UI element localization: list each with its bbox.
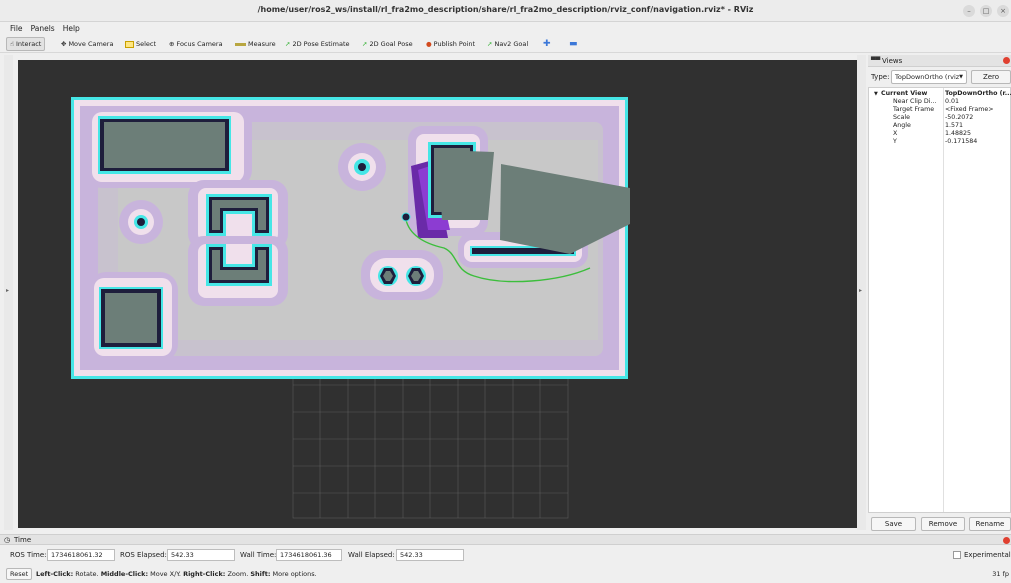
occluded-area-1 [438,150,494,220]
remove-tool-icon[interactable]: ▬ [566,37,581,51]
experimental-checkbox[interactable] [953,551,961,559]
column-separator [943,88,944,512]
property-row[interactable]: X 1.48825 [869,130,1011,138]
mouse-hint: Left-Click: Rotate. Middle-Click: Move X… [36,570,317,578]
status-bar: Reset Left-Click: Rotate. Middle-Click: … [0,566,1011,583]
window-title: /home/user/ros2_ws/install/rl_fra2mo_des… [257,5,754,14]
close-panel-icon[interactable] [1003,57,1010,64]
window-titlebar: /home/user/ros2_ws/install/rl_fra2mo_des… [0,0,1011,22]
menu-help[interactable]: Help [63,24,80,33]
obstacle-cylinder-left [119,200,163,244]
tool-select[interactable]: Select [122,37,159,51]
views-panel: ▀▀ Views Type: TopDownOrtho (rviz ▼ Zero … [868,55,1011,532]
camera-icon: ▀▀ [871,57,881,64]
tool-measure[interactable]: Measure [232,37,279,51]
tool-nav2-goal[interactable]: ➚ Nav2 Goal [484,37,531,51]
map-canvas [71,97,630,519]
clock-icon: ◷ [4,536,11,544]
select-icon [125,40,134,48]
obstacle-bracket-lower [188,236,288,306]
property-row[interactable]: Angle 1.571 [869,122,1011,130]
remove-button[interactable]: Remove [921,517,965,531]
obstacle-cylinder-top [338,143,386,191]
move-camera-icon: ✥ [61,40,67,48]
obstacle-rect-top-left [84,106,252,188]
property-row[interactable]: Target Frame <Fixed Frame> [869,106,1011,114]
views-panel-header: ▀▀ Views [868,55,1011,67]
pose-estimate-icon: ➚ [285,40,291,48]
views-type-row: Type: TopDownOrtho (rviz ▼ Zero [868,67,1011,87]
ros-time-field[interactable]: 1734618061.32 [47,549,115,561]
view-properties-tree[interactable]: ▼ Current View TopDownOrtho (r... Near C… [868,87,1011,513]
obstacle-hexagons [361,250,443,300]
time-panel-header: ◷ Time [0,534,1011,545]
chevron-down-icon: ▼ [959,74,963,80]
menu-panels[interactable]: Panels [31,24,55,33]
wall-time-field[interactable]: 1734618061.36 [276,549,342,561]
robot-marker [401,212,411,222]
tool-focus-camera[interactable]: ⊕ Focus Camera [166,37,226,51]
tool-2d-pose-estimate[interactable]: ➚ 2D Pose Estimate [282,37,353,51]
reset-button[interactable]: Reset [6,568,33,580]
wall-time-label: Wall Time: [240,551,277,559]
minimize-icon[interactable]: – [963,5,975,17]
views-button-row: Save Remove Rename [868,516,1011,532]
close-icon[interactable]: × [997,5,1009,17]
wall-elapsed-label: Wall Elapsed: [348,551,395,559]
maximize-icon[interactable]: □ [980,5,992,17]
toolbar: ☝ Interact ✥ Move Camera Select ⊕ Focus Cam… [0,35,1011,53]
tool-move-camera[interactable]: ✥ Move Camera [58,37,116,51]
experimental-label: Experimental [964,551,1011,559]
ros-time-label: ROS Time: [10,551,47,559]
interact-icon: ☝ [10,40,14,48]
tool-publish-point[interactable]: ● Publish Point [423,37,478,51]
publish-point-icon: ● [426,40,432,48]
time-panel: ROS Time: 1734618061.32 ROS Elapsed: 542… [0,547,1011,563]
type-label: Type: [871,73,890,81]
close-panel-icon[interactable] [1003,537,1010,544]
save-button[interactable]: Save [871,517,916,531]
focus-camera-icon: ⊕ [169,40,175,48]
property-row[interactable]: Near Clip Di... 0.01 [869,98,1011,106]
property-row[interactable]: Scale -50.2072 [869,114,1011,122]
menu-file[interactable]: File [10,24,23,33]
obstacle-square-bottom-left [88,272,178,362]
expand-arrow-icon[interactable]: ▼ [874,90,878,98]
property-row[interactable]: Y -0.171584 [869,138,1011,146]
chevron-right-icon: ▸ [859,287,863,294]
chevron-right-icon: ▸ [6,287,10,294]
view-type-select[interactable]: TopDownOrtho (rviz ▼ [891,70,967,84]
right-dock-handle[interactable]: ▸ [857,55,866,530]
measure-icon [235,42,246,46]
left-dock-handle[interactable]: ▸ [4,55,13,530]
nav2-goal-icon: ➚ [487,40,493,48]
tool-interact[interactable]: ☝ Interact [6,37,46,51]
current-view-row[interactable]: ▼ Current View TopDownOrtho (r... [869,90,1011,98]
fps-counter: 31 fp [992,570,1009,578]
wall-elapsed-field[interactable]: 542.33 [396,549,464,561]
ros-elapsed-field[interactable]: 542.33 [167,549,235,561]
tool-2d-goal-pose[interactable]: ➚ 2D Goal Pose [359,37,416,51]
rename-button[interactable]: Rename [969,517,1011,531]
menu-bar: File Panels Help [0,22,1011,35]
goal-pose-icon: ➚ [362,40,368,48]
zero-button[interactable]: Zero [971,70,1011,84]
add-tool-icon[interactable]: ✚ [540,37,554,51]
render-viewport[interactable] [18,60,857,528]
ros-elapsed-label: ROS Elapsed: [120,551,167,559]
